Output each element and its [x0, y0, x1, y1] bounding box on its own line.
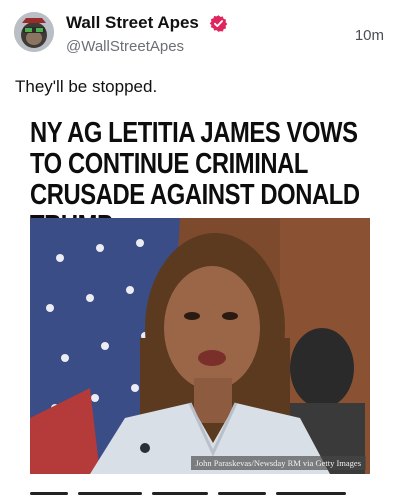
photo-credit: John Paraskevas/Newsday RM via Getty Ima…	[190, 456, 366, 470]
post-text: They'll be stopped.	[15, 77, 158, 96]
author-avatar[interactable]	[14, 12, 54, 52]
post-card[interactable]: Wall Street Apes @WallStreetApes 10m The…	[0, 0, 401, 500]
verified-badge-icon	[209, 15, 228, 32]
media-photo[interactable]: John Paraskevas/Newsday RM via Getty Ima…	[30, 218, 370, 474]
author-handle[interactable]: @WallStreetApes	[66, 38, 184, 55]
author-display-name[interactable]: Wall Street Apes	[66, 13, 199, 33]
truncated-text-line	[30, 492, 375, 500]
post-media[interactable]: NY AG LETITIA JAMES VOWS TO CONTINUE CRI…	[30, 114, 370, 474]
ape-avatar-icon	[14, 12, 54, 52]
photo-image	[30, 218, 370, 474]
post-timestamp[interactable]: 10m	[355, 27, 384, 44]
